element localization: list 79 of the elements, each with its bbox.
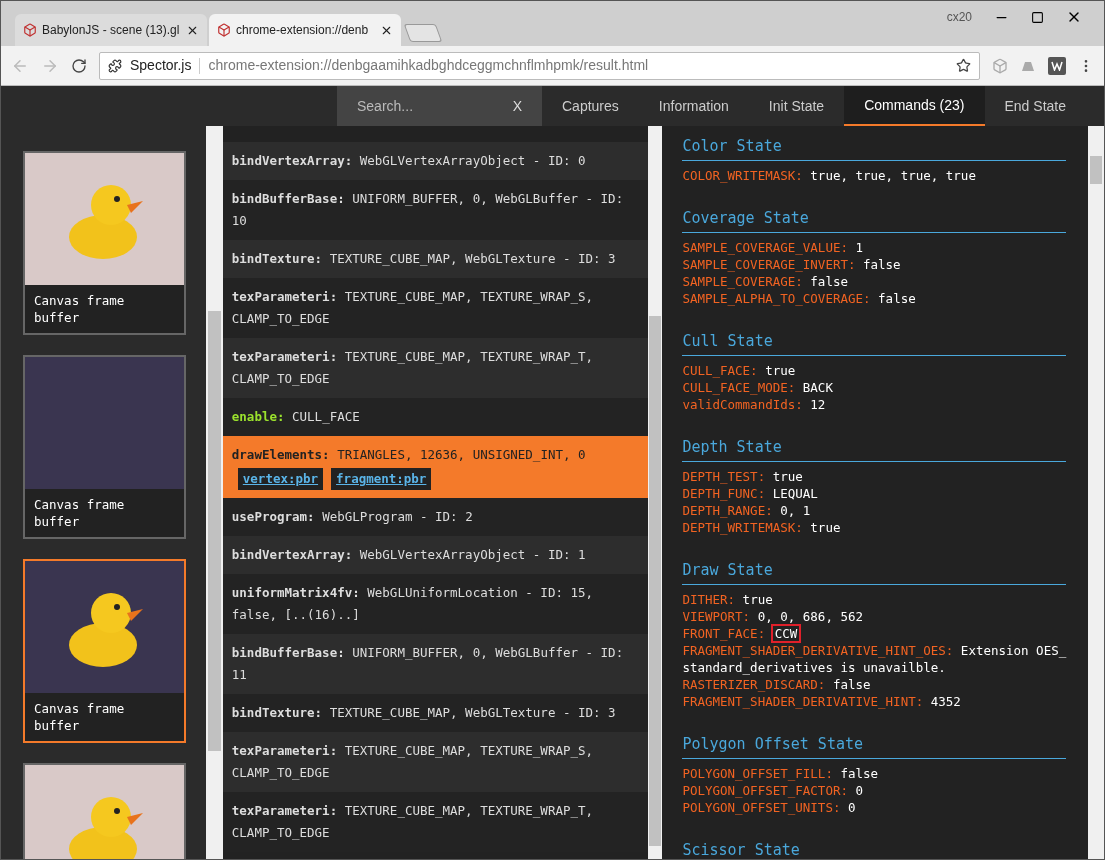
command-text: uniformMatrix4fv: WebGLUniformLocation - ID: 15, false, [..(16)..] <box>231 584 595 624</box>
nav-tab[interactable]: Init State <box>748 86 845 126</box>
state-entry: DITHER: true <box>682 591 774 608</box>
state-entry: FRAGMENT_SHADER_DERIVATIVE_HINT_OES: Extension OES_standard_derivatives is unavailble. <box>682 642 1067 676</box>
state-entry: validCommandIds: 12 <box>682 396 827 413</box>
state-entry: POLYGON_OFFSET_FACTOR: 0 <box>682 782 865 799</box>
nav-tab[interactable]: Captures <box>542 86 639 126</box>
command-text: bindVertexArray: WebGLVertexArrayObject - ID: 1 <box>231 546 587 564</box>
state-entry: SAMPLE_COVERAGE_VALUE: 1 <box>682 239 865 256</box>
bookmark-star-icon[interactable] <box>956 58 971 73</box>
state-entry: FRONT_FACE: CCW <box>682 625 1067 642</box>
state-entry: SAMPLE_COVERAGE: false <box>682 273 849 290</box>
nav-tab[interactable]: Information <box>638 86 749 126</box>
browser-tab[interactable]: BabylonJS - scene (13).gl <box>15 14 207 46</box>
command-text: bindTexture: TEXTURE_CUBE_MAP, WebGLTexture - ID: 3 <box>231 250 617 268</box>
capture-caption: Canvas frame buffer <box>33 700 126 735</box>
command-row[interactable]: bindVertexArray: WebGLVertexArrayObject - ID: 1 <box>222 536 649 574</box>
address-field[interactable]: Spector.js chrome-extension://denbgaamihkadbghdceggmchnflmhpmk/result.html <box>99 51 980 80</box>
url-text: chrome-extension://denbgaamihkadbghdceggmchnflmhpmk/result.html <box>208 56 650 75</box>
profile-name[interactable]: cx20 <box>946 8 972 26</box>
maximize-icon[interactable] <box>1031 10 1044 24</box>
clear-search-button[interactable]: X <box>512 95 522 117</box>
command-row[interactable]: drawElements: TRIANGLES, 12636, UNSIGNED_INT, 0 vertex:pbr fragment:pbr <box>222 436 649 498</box>
command-text: bindBufferBase: UNIFORM_BUFFER, 0, WebGLBuffer - ID: 11 <box>231 644 625 684</box>
capture-caption: Canvas frame buffer <box>33 292 126 327</box>
state-entry: SAMPLE_COVERAGE_INVERT: false <box>682 256 902 273</box>
state-entry: DEPTH_TEST: true <box>682 468 804 485</box>
site-name: Spector.js <box>130 56 192 75</box>
section-title: Cull State <box>682 329 1067 356</box>
tab-title: BabylonJS - scene (13).gl <box>42 22 181 39</box>
command-text: bindTexture: TEXTURE_CUBE_MAP, WebGLTexture - ID: 3 <box>231 704 617 722</box>
tab-title: chrome-extension://denb <box>236 22 370 39</box>
command-row[interactable]: bindBufferBase: UNIFORM_BUFFER, 0, WebGLBuffer - ID: 11 <box>222 634 649 694</box>
capture-card[interactable]: Canvas frame buffer <box>23 355 186 539</box>
shader-link[interactable]: fragment:pbr <box>331 468 432 490</box>
state-entry: DEPTH_FUNC: LEQUAL <box>682 485 819 502</box>
state-entry: RASTERIZER_DISCARD: false <box>682 676 872 693</box>
search-field[interactable]: Search... X <box>337 86 542 126</box>
state-entry: CULL_FACE_MODE: BACK <box>682 379 834 396</box>
section-title: Depth State <box>682 435 1067 462</box>
command-text: useProgram: WebGLProgram - ID: 2 <box>231 508 474 526</box>
cube-icon <box>23 23 37 37</box>
state-entry: COLOR_WRITEMASK: true, true, true, true <box>682 167 977 184</box>
section-title: Coverage State <box>682 206 1067 233</box>
state-entry: VIEWPORT: 0, 0, 686, 562 <box>682 608 864 625</box>
command-text: bindVertexArray: WebGLVertexArrayObject - ID: 0 <box>231 152 587 170</box>
state-entry: FRAGMENT_SHADER_DERIVATIVE_HINT: 4352 <box>682 693 962 710</box>
capture-caption: Canvas frame buffer <box>33 496 126 531</box>
command-text: texParameteri: TEXTURE_CUBE_MAP, TEXTURE_WRAP_S, CLAMP_TO_EDGE <box>231 288 595 328</box>
command-text: bindBufferBase: UNIFORM_BUFFER, 0, WebGLBuffer - ID: 10 <box>231 190 625 230</box>
section-title: Color State <box>682 134 1067 161</box>
state-entry: CULL_FACE: true <box>682 362 797 379</box>
command-row[interactable]: bindTexture: TEXTURE_CUBE_MAP, WebGLTexture - ID: 3 <box>222 240 649 278</box>
command-text: texParameteri: TEXTURE_CUBE_MAP, TEXTURE_WRAP_S, CLAMP_TO_EDGE <box>231 742 595 782</box>
capture-card[interactable]: Canvas frame buffer <box>23 559 186 743</box>
shader-link[interactable]: vertex:pbr <box>237 468 324 490</box>
state-entry: DEPTH_WRITEMASK: true <box>682 519 842 536</box>
browser-tab[interactable]: chrome-extension://denb <box>209 14 401 46</box>
state-entry: DEPTH_RANGE: 0, 1 <box>682 502 812 519</box>
command-row[interactable]: bindVertexArray: WebGLVertexArrayObject - ID: 0 <box>222 142 649 180</box>
nav-tab[interactable]: End State <box>984 86 1086 126</box>
command-text: texParameteri: TEXTURE_CUBE_MAP, TEXTURE_WRAP_T, CLAMP_TO_EDGE <box>231 802 595 842</box>
command-row[interactable]: texParameteri: TEXTURE_CUBE_MAP, TEXTURE_WRAP_T, CLAMP_TO_EDGE <box>222 338 649 398</box>
command-text: enable: CULL_FACE <box>231 408 361 426</box>
state-entry: POLYGON_OFFSET_FILL: false <box>682 765 880 782</box>
section-title: Scissor State <box>682 838 1067 859</box>
capture-card[interactable]: Canvas frame buffer <box>23 151 186 335</box>
extension-w-icon[interactable] <box>1048 56 1066 75</box>
cube-icon <box>217 23 231 37</box>
command-text: drawElements: TRIANGLES, 12636, UNSIGNED_INT, 0 <box>231 446 587 464</box>
nav-tab[interactable]: Commands (23) <box>844 86 985 126</box>
command-text: texParameteri: TEXTURE_CUBE_MAP, TEXTURE_WRAP_T, CLAMP_TO_EDGE <box>231 348 595 388</box>
section-title: Polygon Offset State <box>682 732 1067 759</box>
state-entry: POLYGON_OFFSET_UNITS: 0 <box>682 799 857 816</box>
section-title: Draw State <box>682 558 1067 585</box>
reload-icon[interactable] <box>71 57 87 74</box>
state-entry: SAMPLE_ALPHA_TO_COVERAGE: false <box>682 290 917 307</box>
puzzle-icon <box>108 58 122 73</box>
command-row[interactable]: texParameteri: TEXTURE_CUBE_MAP, TEXTURE_WRAP_S, CLAMP_TO_EDGE <box>222 732 649 792</box>
